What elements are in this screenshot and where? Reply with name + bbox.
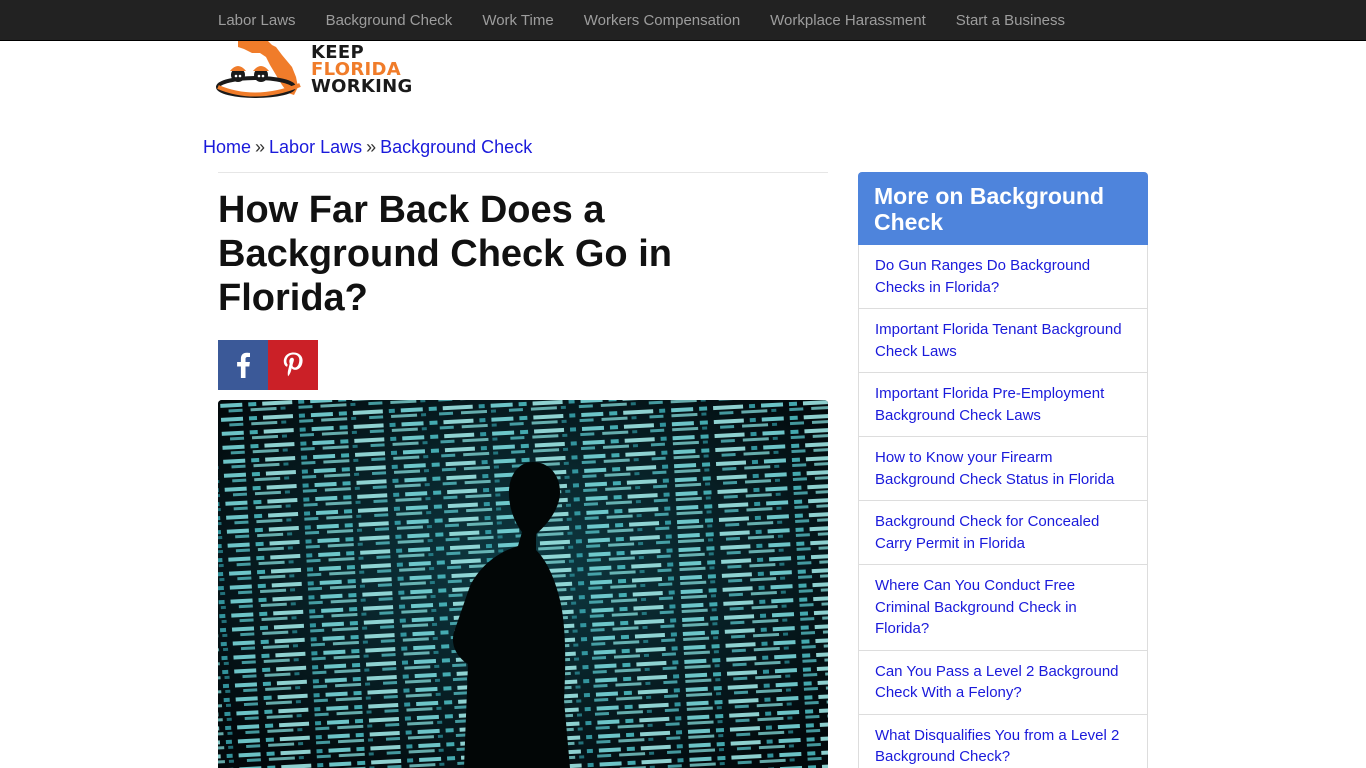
- nav-item-work-time[interactable]: Work Time: [467, 0, 568, 40]
- page-title: How Far Back Does a Background Check Go …: [218, 189, 672, 319]
- related-link[interactable]: What Disqualifies You from a Level 2 Bac…: [859, 715, 1147, 768]
- breadcrumb-separator: »: [366, 137, 377, 157]
- related-link[interactable]: Important Florida Tenant Background Chec…: [859, 309, 1147, 373]
- nav-item-labor-laws[interactable]: Labor Laws: [203, 0, 311, 40]
- content-divider: [218, 172, 828, 173]
- top-navigation: Labor Laws Background Check Work Time Wo…: [0, 0, 1366, 41]
- logo-line-working: WORKING: [311, 76, 413, 97]
- related-link[interactable]: Where Can You Conduct Free Criminal Back…: [859, 565, 1147, 651]
- breadcrumb-labor-laws[interactable]: Labor Laws: [269, 137, 362, 157]
- related-links-list: Do Gun Ranges Do Background Checks in Fl…: [858, 245, 1148, 768]
- facebook-icon: [237, 352, 250, 378]
- logo-wordmark: KEEP FLORIDA WORKING: [311, 44, 413, 97]
- share-buttons: [218, 340, 318, 390]
- sidebar-heading: More on Background Check: [858, 172, 1148, 245]
- breadcrumb-home[interactable]: Home: [203, 137, 251, 157]
- site-logo[interactable]: KEEP FLORIDA WORKING: [216, 41, 426, 101]
- hero-image: [218, 400, 828, 768]
- florida-workers-icon: [216, 41, 301, 98]
- nav-item-start-a-business[interactable]: Start a Business: [941, 0, 1080, 40]
- code-silhouette-illustration: [218, 400, 828, 768]
- breadcrumb-background-check[interactable]: Background Check: [380, 137, 532, 157]
- sidebar: More on Background Check Do Gun Ranges D…: [858, 172, 1148, 768]
- breadcrumb: Home» Labor Laws» Background Check: [203, 137, 532, 158]
- pinterest-icon: [283, 352, 303, 377]
- nav-item-workers-compensation[interactable]: Workers Compensation: [569, 0, 755, 40]
- facebook-share-button[interactable]: [218, 340, 268, 390]
- nav-menu: Labor Laws Background Check Work Time Wo…: [203, 0, 1080, 40]
- nav-item-background-check[interactable]: Background Check: [311, 0, 468, 40]
- nav-item-workplace-harassment[interactable]: Workplace Harassment: [755, 0, 941, 40]
- related-link[interactable]: Background Check for Concealed Carry Per…: [859, 501, 1147, 565]
- breadcrumb-separator: »: [255, 137, 266, 157]
- related-link[interactable]: Important Florida Pre-Employment Backgro…: [859, 373, 1147, 437]
- related-link[interactable]: Can You Pass a Level 2 Background Check …: [859, 651, 1147, 715]
- related-link[interactable]: Do Gun Ranges Do Background Checks in Fl…: [859, 245, 1147, 309]
- related-link[interactable]: How to Know your Firearm Background Chec…: [859, 437, 1147, 501]
- pinterest-share-button[interactable]: [268, 340, 318, 390]
